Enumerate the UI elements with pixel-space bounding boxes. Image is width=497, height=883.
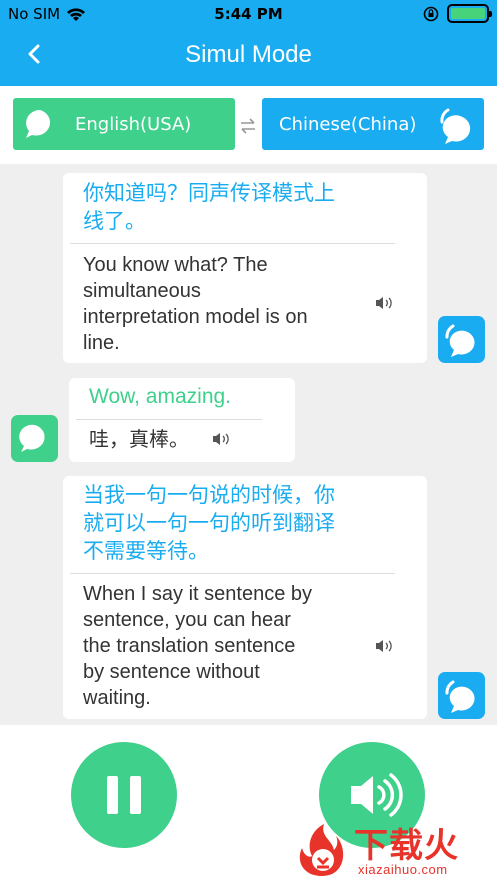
source-text: Wow, amazing. bbox=[89, 383, 231, 411]
message-bubble: 当我一句一句说的时候，你 就可以一句一句的听到翻译 不需要等待。 When I … bbox=[63, 476, 427, 719]
chat-bubble-icon bbox=[445, 324, 475, 357]
speaker-icon[interactable] bbox=[212, 431, 232, 447]
source-line: 就可以一句一句的听到翻译 bbox=[83, 511, 335, 535]
translation-line: by sentence without bbox=[83, 661, 260, 683]
source-language-button[interactable]: English(USA) bbox=[13, 98, 235, 150]
translation-line: line. bbox=[83, 332, 120, 354]
divider bbox=[70, 573, 395, 574]
source-line: 当我一句一句说的时候，你 bbox=[83, 483, 335, 507]
source-text: 你知道吗？同声传译模式上 线了。 bbox=[83, 179, 335, 235]
source-line: 不需要等待。 bbox=[83, 539, 209, 563]
watermark: 下载火 xiazaihuo.com bbox=[292, 818, 492, 880]
chinese-speaker-avatar bbox=[438, 316, 485, 363]
nav-bar: Simul Mode bbox=[0, 28, 497, 86]
translation-line: interpretation model is on bbox=[83, 306, 308, 328]
translation-line: simultaneous bbox=[83, 280, 201, 302]
source-line: Wow, amazing. bbox=[89, 385, 232, 408]
divider bbox=[76, 419, 262, 420]
flame-logo-icon bbox=[299, 824, 344, 876]
status-bar: No SIM 5:44 PM bbox=[0, 0, 497, 28]
translation-text: You know what? The simultaneous interpre… bbox=[83, 252, 308, 356]
divider bbox=[70, 243, 395, 244]
chat-bubble-icon bbox=[26, 110, 51, 138]
page-title: Simul Mode bbox=[185, 41, 312, 68]
swap-arrows-icon[interactable] bbox=[238, 116, 258, 136]
translation-text: When I say it sentence by sentence, you … bbox=[83, 581, 312, 711]
speaker-icon[interactable] bbox=[375, 295, 395, 311]
watermark-text-cn: 下载火 bbox=[354, 826, 459, 866]
pause-icon bbox=[107, 776, 141, 814]
target-language-label: Chinese(China) bbox=[279, 114, 417, 135]
translation-text: 哇，真棒。 bbox=[89, 427, 189, 453]
message-bubble: Wow, amazing. 哇，真棒。 bbox=[69, 378, 295, 462]
message-bubble: 你知道吗？同声传译模式上 线了。 You know what? The simu… bbox=[63, 173, 427, 363]
translation-line: sentence, you can hear bbox=[83, 609, 291, 631]
source-language-label: English(USA) bbox=[75, 114, 192, 135]
speaker-icon[interactable] bbox=[375, 638, 395, 654]
chat-bubble-icon bbox=[440, 108, 471, 144]
watermark-text-en: xiazaihuo.com bbox=[358, 862, 448, 877]
translation-line: You know what? The bbox=[83, 254, 268, 276]
translation-line: When I say it sentence by bbox=[83, 583, 313, 605]
battery-icon bbox=[447, 4, 492, 23]
target-language-button[interactable]: Chinese(China) bbox=[262, 98, 484, 150]
translation-line: waiting. bbox=[83, 687, 151, 709]
chat-bubble-icon bbox=[445, 680, 475, 713]
status-right bbox=[423, 4, 492, 23]
chinese-speaker-avatar bbox=[438, 672, 485, 719]
source-text: 当我一句一句说的时候，你 就可以一句一句的听到翻译 不需要等待。 bbox=[83, 481, 335, 565]
pause-button[interactable] bbox=[71, 742, 177, 848]
translation-line: the translation sentence bbox=[83, 635, 296, 657]
source-line: 你知道吗？同声传译模式上 bbox=[83, 181, 335, 205]
source-line: 线了。 bbox=[83, 209, 146, 233]
english-speaker-avatar bbox=[11, 415, 58, 462]
orientation-lock-icon bbox=[423, 6, 439, 21]
chat-bubble-icon bbox=[19, 424, 45, 452]
language-bar: English(USA) Chinese(China) bbox=[0, 86, 497, 164]
translation-line: 哇，真棒。 bbox=[89, 429, 189, 451]
